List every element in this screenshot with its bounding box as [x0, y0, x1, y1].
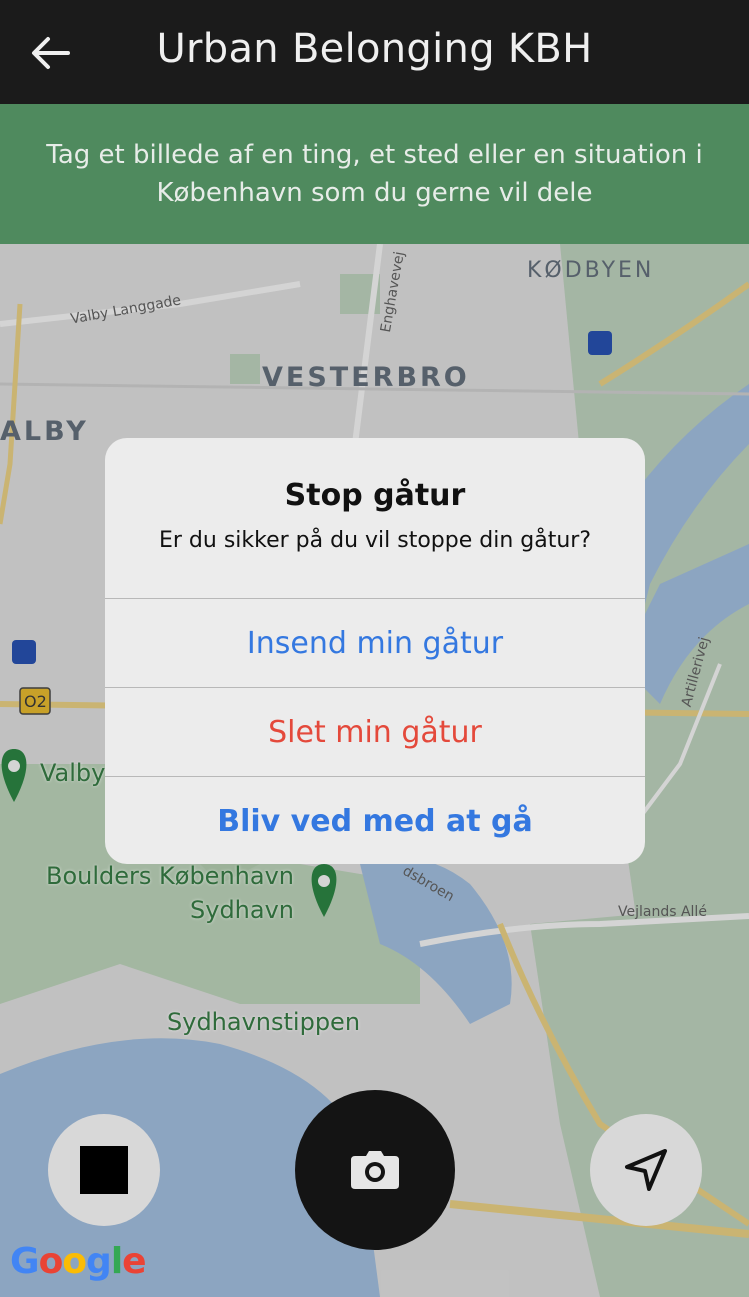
- dialog-message: Er du sikker på du vil stoppe din gåtur?: [158, 528, 592, 553]
- map-label-valby: Valby: [40, 759, 106, 787]
- camera-button[interactable]: [295, 1090, 455, 1250]
- page-title: Urban Belonging KBH: [156, 26, 593, 72]
- submit-walk-button[interactable]: Insend min gåtur: [105, 599, 645, 687]
- map-label-vejlands-alle: Vejlands Allé: [618, 904, 707, 920]
- map-label-valby-area: ALBY: [0, 416, 89, 447]
- instruction-banner: Tag et billede af en ting, et sted eller…: [0, 104, 749, 244]
- navigation-arrow-icon: [625, 1149, 667, 1191]
- map-label-vesterbro: VESTERBRO: [262, 362, 470, 393]
- instruction-text: Tag et billede af en ting, et sted eller…: [46, 140, 703, 208]
- dialog-title: Stop gåtur: [284, 478, 466, 513]
- camera-icon: [351, 1151, 399, 1189]
- app-header: Urban Belonging KBH: [0, 0, 749, 104]
- stop-square-icon: [80, 1146, 128, 1194]
- map-label-sydhavnstippen: Sydhavnstippen: [167, 1008, 361, 1036]
- stop-button[interactable]: [48, 1114, 160, 1226]
- map-label-o2: O2: [24, 692, 47, 711]
- map-label-boulders-2: Sydhavn: [190, 896, 295, 924]
- continue-walking-button[interactable]: Bliv ved med at gå: [105, 777, 645, 864]
- map-label-boulders-1: Boulders København: [46, 862, 294, 890]
- google-logo: Google: [10, 1241, 147, 1282]
- stop-walk-dialog: Stop gåtur Er du sikker på du vil stoppe…: [105, 438, 645, 864]
- delete-walk-button[interactable]: Slet min gåtur: [105, 688, 645, 776]
- map-label-kodbyen: KØDBYEN: [527, 258, 655, 283]
- navigate-button[interactable]: [590, 1114, 702, 1226]
